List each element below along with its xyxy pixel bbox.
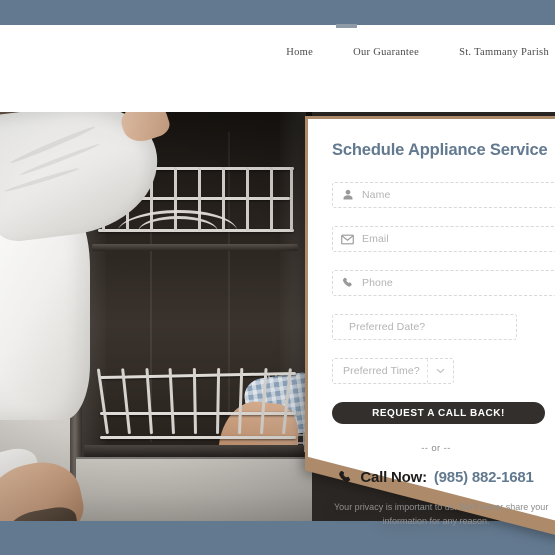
privacy-line-1: Your privacy is important to us. We'll n… [334, 502, 549, 512]
preferred-time-placeholder: Preferred Time? [343, 365, 420, 377]
name-placeholder: Name [362, 189, 391, 201]
call-now-phone-number[interactable]: (985) 882-1681 [434, 469, 534, 486]
top-slate-bar [0, 0, 555, 25]
preferred-date-field[interactable]: Preferred Date? [332, 314, 517, 340]
privacy-notice: Your privacy is important to us. We'll n… [332, 501, 549, 529]
phone-placeholder: Phone [362, 277, 393, 289]
card-content: Schedule Appliance Service Name Email Ph… [308, 119, 555, 531]
request-call-back-button[interactable]: REQUEST A CALL BACK! [332, 402, 545, 424]
card-title: Schedule Appliance Service [332, 141, 548, 159]
nav-active-indicator [336, 24, 357, 28]
envelope-icon [341, 233, 354, 246]
phone-icon [341, 277, 354, 290]
phone-field[interactable]: Phone [332, 270, 555, 296]
primary-navigation: Home Our Guarantee St. Tammany Parish [286, 47, 555, 58]
privacy-line-2: information for any reason. [382, 515, 490, 526]
call-now-label: Call Now: [360, 469, 427, 486]
preferred-date-placeholder: Preferred Date? [349, 321, 426, 333]
email-field[interactable]: Email [332, 226, 555, 252]
nav-item-home[interactable]: Home [286, 47, 313, 58]
preferred-time-select[interactable]: Preferred Time? [332, 358, 454, 384]
hero-photo-dishwasher [0, 112, 312, 521]
chevron-down-icon[interactable] [427, 359, 453, 383]
email-placeholder: Email [362, 233, 389, 245]
name-field[interactable]: Name [332, 182, 555, 208]
rack-slide-rail [92, 244, 298, 251]
or-divider: -- or -- [421, 443, 451, 454]
phone-icon [338, 470, 353, 485]
appliance-base [76, 445, 312, 521]
call-now-row[interactable]: Call Now: (985) 882-1681 [332, 469, 540, 486]
schedule-service-card: Schedule Appliance Service Name Email Ph… [305, 116, 555, 538]
nav-item-st-tammany-parish[interactable]: St. Tammany Parish [459, 47, 549, 58]
site-header: Home Our Guarantee St. Tammany Parish [0, 25, 555, 112]
user-icon [341, 189, 354, 202]
lower-dish-rack [96, 364, 297, 442]
nav-item-our-guarantee[interactable]: Our Guarantee [353, 47, 419, 58]
